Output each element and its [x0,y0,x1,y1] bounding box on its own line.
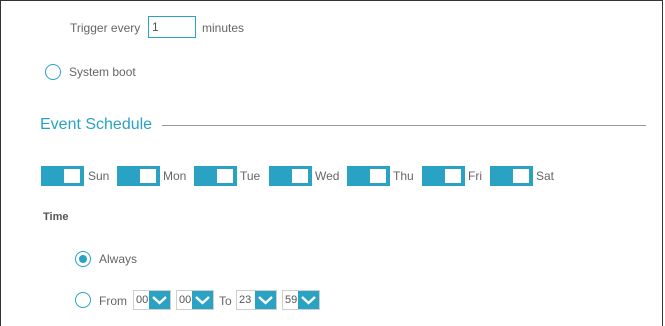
toggle-thu[interactable] [347,166,390,186]
day-label-mon: Mon [163,169,187,183]
toggle-knob [445,169,461,183]
event-schedule-title: Event Schedule [40,116,153,133]
toggle-knob [217,169,233,183]
toggle-knob [370,169,386,183]
trigger-interval-input[interactable] [148,16,196,38]
chevron-down-icon[interactable] [298,291,319,309]
from-radio[interactable] [75,292,91,308]
always-label: Always [99,252,138,266]
section-divider [162,125,646,126]
minutes-label: minutes [202,21,245,35]
to-label: To [219,294,232,308]
toggle-sat[interactable] [490,166,533,186]
toggle-knob [64,169,80,183]
event-settings-panel [0,0,663,326]
chevron-down-icon[interactable] [192,291,213,309]
from-label: From [99,294,127,308]
system-boot-label: System boot [69,65,136,79]
chevron-down-icon[interactable] [149,291,170,309]
always-radio[interactable] [75,251,91,267]
toggle-wed[interactable] [269,166,312,186]
end-minute-value: 59 [285,294,298,306]
day-label-sat: Sat [536,169,555,183]
end-hour-select[interactable]: 23 [236,290,277,310]
day-label-thu: Thu [393,169,414,183]
system-boot-radio[interactable] [45,64,61,80]
day-label-tue: Tue [240,169,261,183]
toggle-sun[interactable] [41,166,84,186]
toggle-tue[interactable] [194,166,237,186]
toggle-fri[interactable] [422,166,465,186]
day-label-fri: Fri [468,169,482,183]
trigger-every-label: Trigger every [70,21,141,35]
end-hour-value: 23 [239,294,252,306]
chevron-down-icon[interactable] [255,291,276,309]
start-hour-value: 00 [136,294,149,306]
start-minute-select[interactable]: 00 [176,290,214,310]
start-minute-value: 00 [179,294,192,306]
toggle-knob [513,169,529,183]
toggle-mon[interactable] [117,166,160,186]
toggle-knob [292,169,308,183]
day-label-sun: Sun [88,169,110,183]
end-minute-select[interactable]: 59 [282,290,320,310]
time-label: Time [43,211,69,223]
start-hour-select[interactable]: 00 [133,290,171,310]
toggle-knob [140,169,156,183]
day-label-wed: Wed [315,169,340,183]
